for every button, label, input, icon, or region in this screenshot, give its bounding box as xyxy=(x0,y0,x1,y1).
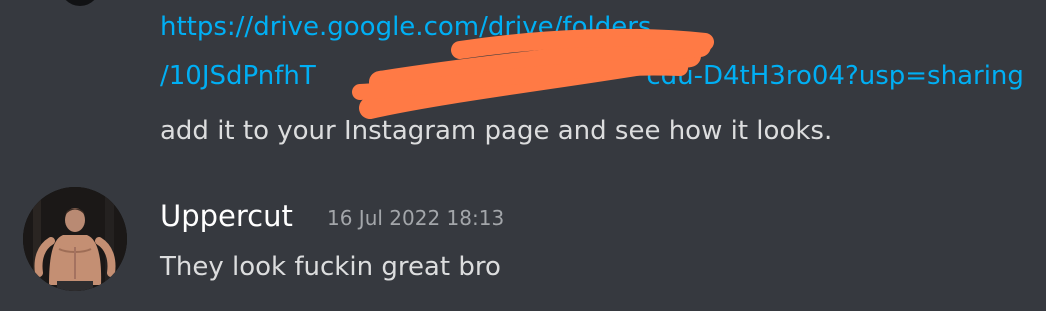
message-timestamp: 16 Jul 2022 18:13 xyxy=(327,206,505,230)
previous-message-text: add it to your Instagram page and see ho… xyxy=(160,116,833,146)
drive-link-line-2[interactable]: /10JSdPnfhT cdu-D4tH3ro04?usp=sharing xyxy=(160,58,1024,94)
previous-author-avatar[interactable] xyxy=(60,0,100,6)
drive-link-line-1[interactable]: https://drive.google.com/drive/folders xyxy=(160,9,651,45)
message-author[interactable]: Uppercut xyxy=(160,197,293,235)
message-text: They look fuckin great bro xyxy=(160,252,501,282)
user-photo-icon xyxy=(23,187,127,291)
avatar[interactable] xyxy=(23,187,127,291)
